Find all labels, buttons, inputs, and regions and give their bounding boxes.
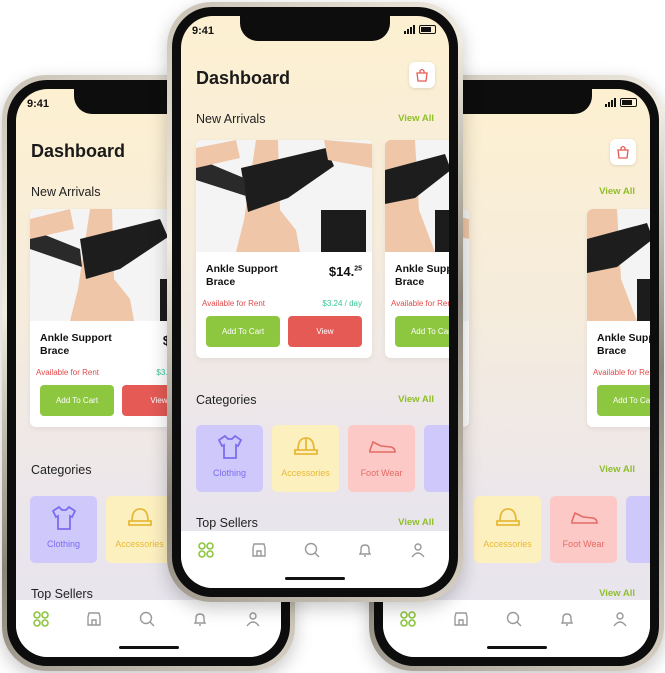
product-name: Ankle SupportBrace <box>40 332 112 357</box>
product-image <box>196 140 372 252</box>
add-to-cart-button[interactable]: Add To Cart <box>206 316 280 347</box>
category-foot-wear[interactable]: Foot Wear <box>348 425 415 492</box>
product-image <box>587 209 650 321</box>
tab-bar <box>16 600 281 657</box>
category-accessories[interactable]: Accessories <box>272 425 339 492</box>
store-icon[interactable] <box>86 611 102 627</box>
view-all-top-sellers[interactable]: View All <box>398 517 434 528</box>
profile-icon[interactable] <box>410 542 426 558</box>
page-title: Dashboard <box>196 68 291 88</box>
bell-icon[interactable] <box>559 611 575 627</box>
product-card[interactable]: Ankle SupportBrace Available for Rent Ad… <box>385 140 449 358</box>
view-all-top-sellers[interactable]: View All <box>599 588 635 599</box>
product-card[interactable]: Ankle SupportBrace $14.25 Available for … <box>196 140 372 358</box>
section-top-sellers: Top Sellers <box>31 587 93 601</box>
store-icon[interactable] <box>453 611 469 627</box>
add-to-cart-button[interactable]: Add To Cart <box>395 316 449 347</box>
section-new-arrivals: New Arrivals <box>31 185 101 199</box>
search-icon[interactable] <box>506 611 522 627</box>
category-accessories[interactable]: Accessories <box>106 496 173 563</box>
product-image <box>385 140 449 252</box>
search-icon[interactable] <box>139 611 155 627</box>
status-icons <box>404 25 436 34</box>
section-top-sellers: Top Sellers <box>196 516 258 530</box>
shoe-icon <box>368 440 396 453</box>
section-new-arrivals: New Arrivals <box>196 112 266 126</box>
screen: 9:41 Dashboard New Arrivals View All Ank… <box>181 16 449 588</box>
bell-icon[interactable] <box>192 611 208 627</box>
bell-icon[interactable] <box>357 542 373 558</box>
shirt-icon <box>217 434 242 459</box>
hat-icon <box>495 508 520 526</box>
category-more[interactable] <box>626 496 650 563</box>
cart-icon[interactable] <box>610 139 636 165</box>
profile-icon[interactable] <box>245 611 261 627</box>
rent-status: Available for Rent <box>593 368 650 377</box>
home-icon[interactable] <box>198 542 214 558</box>
rent-status: Available for Rent <box>36 368 99 377</box>
category-clothing[interactable]: Clothing <box>196 425 263 492</box>
profile-icon[interactable] <box>612 611 628 627</box>
product-name: Ankle SupportBrace <box>597 332 650 357</box>
view-button[interactable]: View <box>288 316 362 347</box>
status-time: 9:41 <box>192 25 215 37</box>
view-all-new-arrivals[interactable]: View All <box>599 186 635 197</box>
cart-icon[interactable] <box>409 62 435 88</box>
hat-icon <box>293 437 318 455</box>
view-all-categories[interactable]: View All <box>398 394 434 405</box>
section-categories: Categories <box>31 463 92 477</box>
category-clothing[interactable]: Clothing <box>30 496 97 563</box>
rent-status: Available for Rent <box>391 299 449 308</box>
category-more[interactable] <box>424 425 449 492</box>
product-name: Ankle SupportBrace <box>395 263 449 288</box>
page-title: Dashboard <box>31 141 126 161</box>
tab-bar <box>383 600 650 657</box>
product-price: $14.25 <box>328 264 362 279</box>
category-foot-wear[interactable]: Foot Wear <box>550 496 617 563</box>
product-card[interactable]: Ankle SupportBrace Available for Rent Ad… <box>587 209 650 427</box>
view-all-new-arrivals[interactable]: View All <box>398 113 434 124</box>
add-to-cart-button[interactable]: Add To Cart <box>40 385 114 416</box>
tab-bar <box>181 531 449 588</box>
home-icon[interactable] <box>33 611 49 627</box>
add-to-cart-button[interactable]: Add To Cart <box>597 385 650 416</box>
hat-icon <box>127 508 152 526</box>
product-name: Ankle SupportBrace <box>206 263 278 288</box>
store-icon[interactable] <box>251 542 267 558</box>
status-time: 9:41 <box>27 98 50 110</box>
status-icons <box>605 98 637 107</box>
shirt-icon <box>51 505 76 530</box>
shoe-icon <box>570 511 598 524</box>
rent-price: $3.24 / day <box>322 299 362 308</box>
section-categories: Categories <box>196 393 257 407</box>
rent-status: Available for Rent <box>202 299 265 308</box>
home-icon[interactable] <box>400 611 416 627</box>
phone-center: 9:41 Dashboard New Arrivals View All Ank… <box>167 2 463 602</box>
search-icon[interactable] <box>304 542 320 558</box>
category-accessories[interactable]: Accessories <box>474 496 541 563</box>
view-all-categories[interactable]: View All <box>599 464 635 475</box>
